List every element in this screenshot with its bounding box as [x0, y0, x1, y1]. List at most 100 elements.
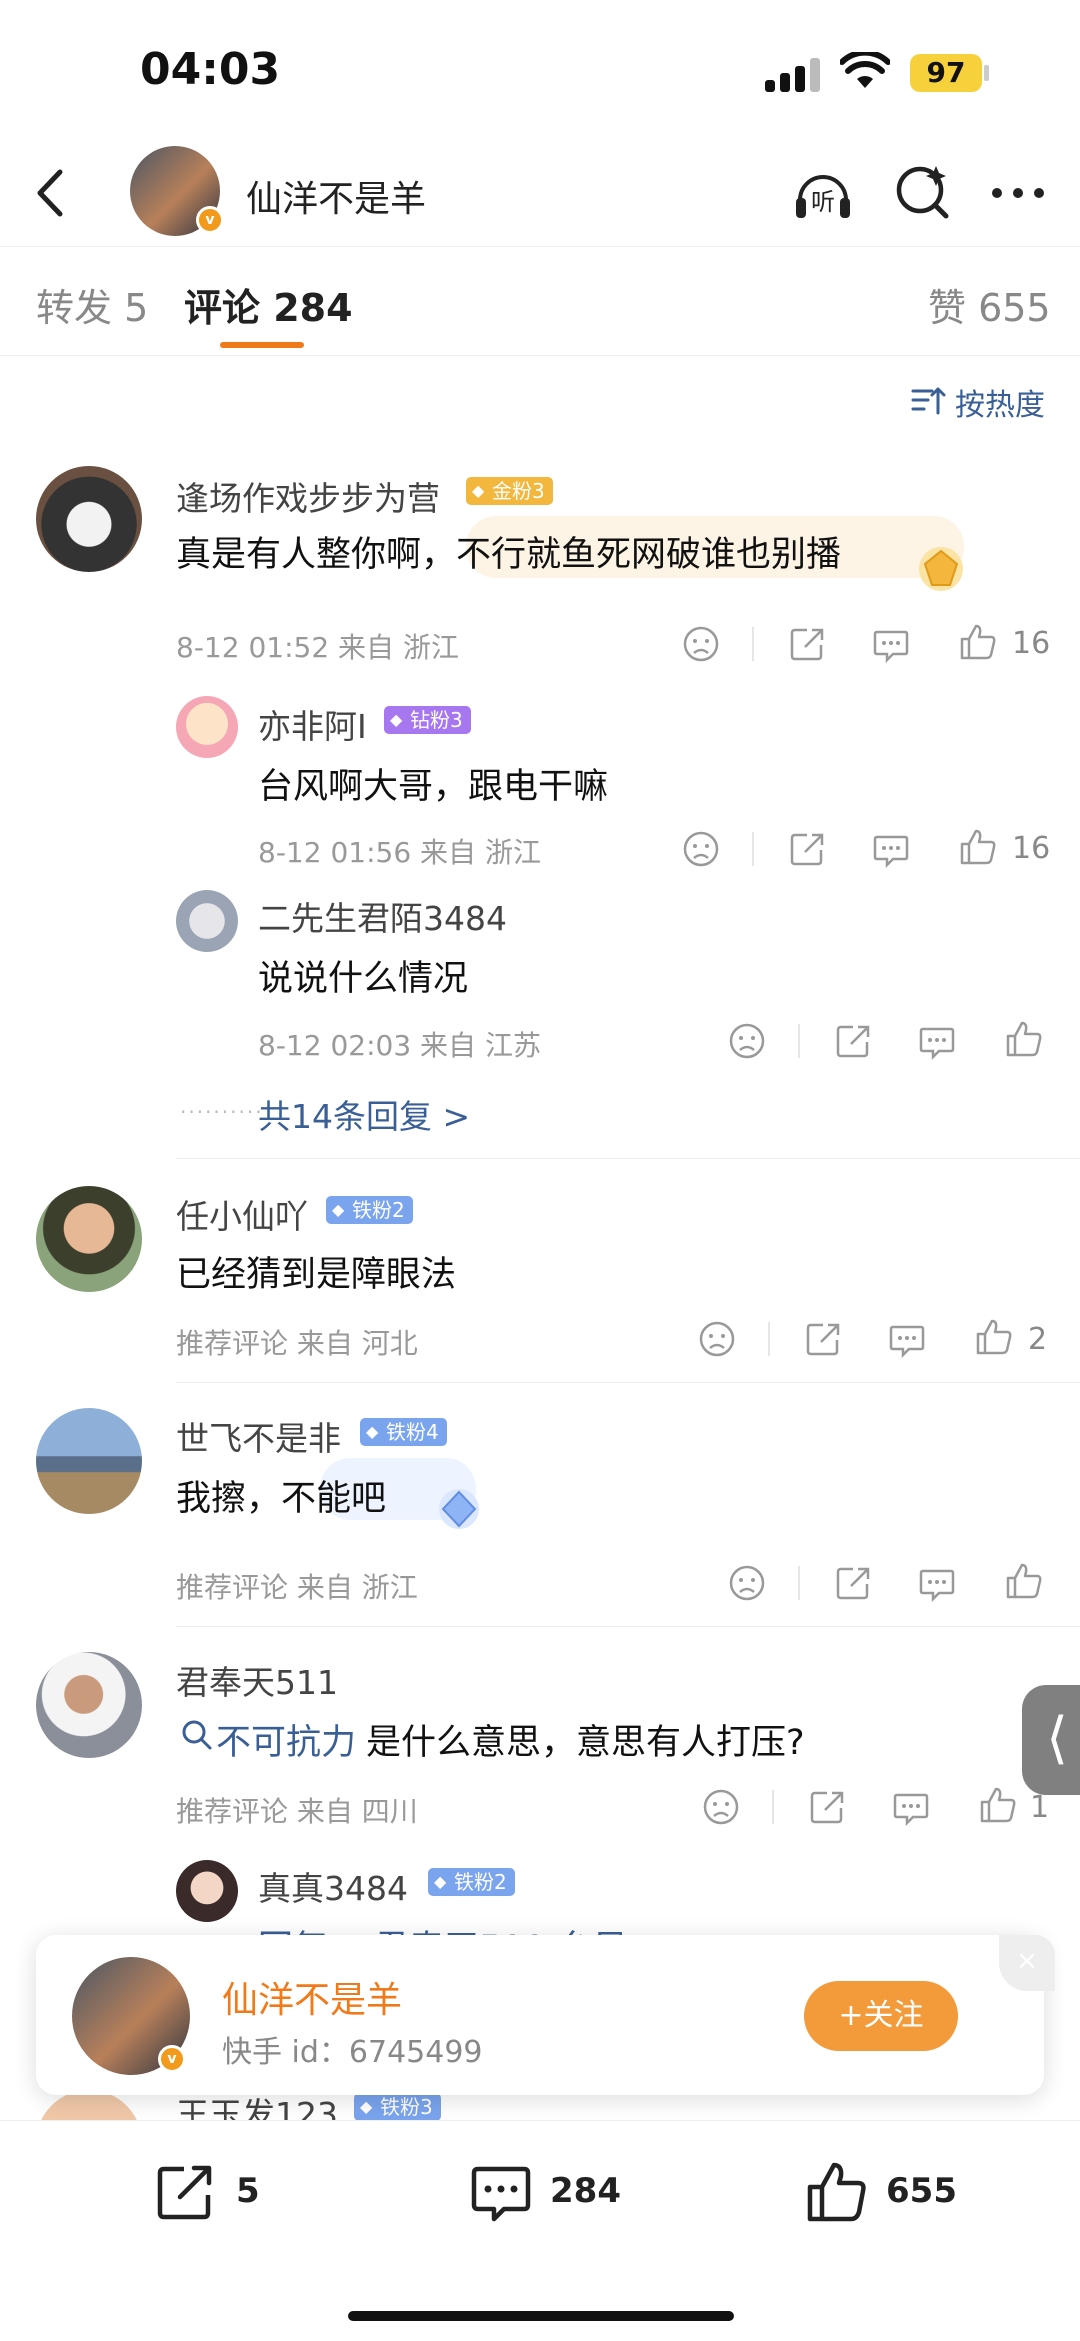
status-bar: 04:03 97	[0, 0, 1080, 140]
top-nav: v 仙洋不是羊 听	[0, 140, 1080, 246]
fan-level-badge: 铁粉3	[354, 2093, 441, 2121]
comment-text: 已经猜到是障眼法	[176, 1255, 457, 1295]
dislike-face-icon[interactable]	[681, 624, 721, 664]
like-thumb-icon[interactable]	[978, 1785, 1018, 1825]
action-divider	[768, 1322, 770, 1356]
like-count: 2	[1028, 1322, 1048, 1357]
fan-level-badge: 铁粉4	[360, 1418, 447, 1446]
comment-username[interactable]: 君奉天511	[176, 1656, 338, 1704]
comment-avatar[interactable]	[36, 1186, 142, 1292]
action-divider	[772, 1790, 774, 1824]
comment-count: 284	[550, 2171, 621, 2211]
action-divider	[752, 832, 754, 866]
cellular-signal-icon	[765, 58, 820, 92]
gold-gem-icon	[919, 547, 963, 591]
reply-text: 台风啊大哥，跟电干嘛	[258, 767, 609, 807]
tab-bar: 转发 5 评论 284 赞 655	[0, 246, 1080, 356]
close-icon[interactable]: ×	[999, 1935, 1055, 1991]
comment-username[interactable]: 世飞不是非	[176, 1412, 341, 1460]
search-link-icon	[182, 1720, 212, 1750]
action-divider	[798, 1024, 800, 1058]
like-thumb-icon[interactable]	[974, 1317, 1014, 1357]
tab-likes[interactable]: 赞 655	[928, 277, 1051, 332]
share-icon[interactable]	[807, 1787, 847, 1827]
reply-bubble-icon[interactable]	[917, 1021, 957, 1061]
like-thumb-icon[interactable]	[1004, 1019, 1044, 1059]
fan-level-badge: 金粉3	[466, 477, 553, 505]
like-count-total: 655	[886, 2171, 957, 2211]
like-icon[interactable]	[804, 2159, 870, 2225]
reply-avatar[interactable]	[176, 890, 238, 952]
listen-headphones-icon[interactable]: 听	[790, 160, 856, 226]
verified-badge-icon: v	[158, 2045, 186, 2073]
dislike-face-icon[interactable]	[697, 1319, 737, 1359]
like-thumb-icon[interactable]	[1004, 1561, 1044, 1601]
battery-tip	[984, 65, 989, 81]
like-count: 16	[1012, 831, 1051, 866]
more-options-icon[interactable]	[985, 160, 1051, 226]
follow-card-id: 快手 id：6745499	[222, 2035, 483, 2070]
sort-by-hot-button[interactable]: 按热度	[955, 380, 1045, 424]
reply-meta: 8-12 01:56 来自 浙江	[258, 836, 541, 869]
replies-dots: ··········	[180, 1100, 264, 1124]
comment-divider	[176, 1382, 1080, 1383]
search-topic-link[interactable]: 不可抗力	[216, 1714, 356, 1765]
tab-comments[interactable]: 评论 284	[184, 277, 353, 332]
comment-icon[interactable]	[468, 2159, 534, 2225]
like-thumb-icon[interactable]	[958, 827, 998, 867]
side-drawer-handle[interactable]: ⟨	[1022, 1685, 1080, 1795]
fan-level-badge: 铁粉2	[326, 1196, 413, 1224]
reply-username[interactable]: 亦非阿Ⅰ	[258, 700, 367, 748]
dislike-face-icon[interactable]	[681, 829, 721, 869]
fan-level-badge: 铁粉2	[428, 1868, 515, 1896]
wifi-icon	[840, 52, 890, 88]
follow-button[interactable]: +关注	[804, 1981, 958, 2051]
comment-avatar[interactable]	[36, 1408, 142, 1514]
comment-username[interactable]: 任小仙吖	[176, 1190, 308, 1238]
comment-divider	[176, 1626, 1080, 1627]
comment-text: 我擦，不能吧	[176, 1479, 387, 1519]
home-indicator	[348, 2311, 734, 2321]
repost-icon[interactable]	[152, 2159, 218, 2225]
follow-card-name[interactable]: 仙洋不是羊	[222, 1971, 402, 2023]
share-icon[interactable]	[803, 1319, 843, 1359]
comment-username[interactable]: 逢场作戏步步为营	[176, 472, 440, 520]
tab-reposts[interactable]: 转发 5	[36, 277, 148, 332]
comment-meta: 推荐评论 来自 四川	[176, 1795, 418, 1828]
status-time: 04:03	[140, 44, 281, 95]
like-count: 16	[1012, 626, 1051, 661]
reply-bubble-icon[interactable]	[871, 624, 911, 664]
reply-username[interactable]: 真真3484	[258, 1862, 408, 1910]
share-icon[interactable]	[833, 1563, 873, 1603]
reply-avatar[interactable]	[176, 696, 238, 758]
comment-meta: 8-12 01:52 来自 浙江	[176, 631, 459, 664]
action-divider	[798, 1566, 800, 1600]
like-thumb-icon[interactable]	[958, 622, 998, 662]
reply-bubble-icon[interactable]	[871, 829, 911, 869]
sort-icon[interactable]	[910, 383, 946, 419]
reply-username[interactable]: 二先生君陌3484	[258, 892, 507, 940]
back-arrow-icon[interactable]	[26, 160, 74, 226]
dislike-face-icon[interactable]	[727, 1021, 767, 1061]
fan-level-badge: 钻粉3	[384, 706, 471, 734]
share-icon[interactable]	[787, 829, 827, 869]
dislike-face-icon[interactable]	[701, 1787, 741, 1827]
view-more-replies-link[interactable]: 共14条回复 >	[258, 1090, 470, 1138]
like-count: 1	[1030, 1790, 1050, 1825]
reply-bubble-icon[interactable]	[891, 1787, 931, 1827]
reply-bubble-icon[interactable]	[887, 1319, 927, 1359]
comment-avatar[interactable]	[36, 1652, 142, 1758]
reply-bubble-icon[interactable]	[917, 1563, 957, 1603]
reply-avatar[interactable]	[176, 1860, 238, 1922]
comment-text: 真是有人整你啊，不行就鱼死网破谁也别播	[176, 535, 842, 575]
search-icon[interactable]	[890, 160, 956, 226]
share-icon[interactable]	[833, 1021, 873, 1061]
follow-card: v 仙洋不是羊 快手 id：6745499 +关注 ×	[36, 1935, 1055, 2095]
listen-label: 听	[811, 188, 835, 216]
dislike-face-icon[interactable]	[727, 1563, 767, 1603]
action-divider	[752, 627, 754, 661]
verified-badge-icon: v	[196, 206, 224, 234]
comment-avatar[interactable]	[36, 466, 142, 572]
author-name[interactable]: 仙洋不是羊	[246, 170, 426, 222]
share-icon[interactable]	[787, 624, 827, 664]
